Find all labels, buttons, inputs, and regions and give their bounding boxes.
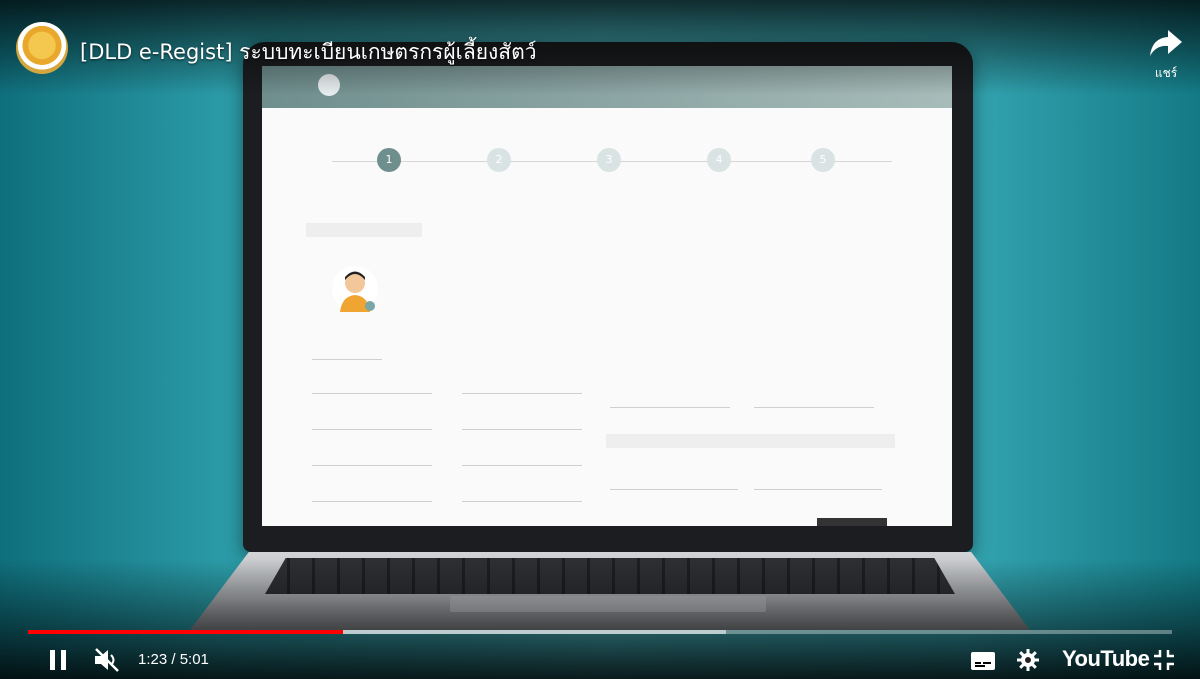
subtitles-button[interactable] [970, 650, 996, 672]
laptop-screen: 1 2 3 4 5 [262, 66, 952, 526]
section-header-farm [606, 434, 895, 448]
field-prefix-select[interactable] [312, 418, 432, 430]
field-birthdate[interactable] [462, 418, 582, 430]
subtitles-icon [971, 652, 995, 670]
field-right-select-b[interactable] [754, 478, 882, 490]
step-2: 2 [444, 148, 554, 172]
field-right-a[interactable] [610, 396, 730, 408]
youtube-logo[interactable]: YouTube [1062, 646, 1150, 672]
pause-button[interactable] [46, 648, 70, 672]
step-circle: 3 [597, 148, 621, 172]
step-circle: 4 [707, 148, 731, 172]
step-circle: 2 [487, 148, 511, 172]
share-label: แชร์ [1154, 66, 1178, 80]
pause-icon [50, 650, 66, 670]
step-circle: 5 [811, 148, 835, 172]
field-id-b[interactable] [462, 382, 582, 394]
settings-button[interactable] [1016, 648, 1040, 672]
field-first-name[interactable] [312, 454, 432, 466]
gear-icon [1017, 649, 1039, 671]
share-button[interactable]: แชร์ [1146, 24, 1186, 80]
video-title[interactable]: [DLD e-Regist] ระบบทะเบียนเกษตรกรผู้เลี้… [80, 36, 537, 69]
channel-avatar[interactable] [16, 22, 68, 74]
step-3: 3 [554, 148, 664, 172]
field-email[interactable] [462, 490, 582, 502]
screen-next-button[interactable] [817, 518, 887, 526]
step-circle: 1 [377, 148, 401, 172]
mute-button[interactable] [92, 646, 122, 674]
field-citizen-id[interactable] [312, 348, 382, 360]
step-5: 5 [768, 148, 878, 172]
step-4: 4 [664, 148, 774, 172]
exit-fullscreen-icon [1154, 650, 1174, 670]
exit-fullscreen-button[interactable] [1152, 648, 1176, 672]
field-right-select-a[interactable] [610, 478, 738, 490]
seek-bar[interactable] [28, 630, 1172, 634]
video-player[interactable]: 1 2 3 4 5 [DLD e-Regist] ระบบทะเบียนเกษต… [0, 0, 1200, 679]
time-display: 1:23 / 5:01 [138, 651, 209, 668]
field-phone[interactable] [312, 490, 432, 502]
avatar [332, 266, 378, 312]
field-right-b[interactable] [754, 396, 874, 408]
field-last-name[interactable] [462, 454, 582, 466]
played-bar [28, 630, 344, 634]
field-id-a[interactable] [312, 382, 432, 394]
muted-speaker-icon [95, 648, 119, 672]
step-1: 1 [334, 148, 444, 172]
section-header-address [606, 223, 910, 237]
share-arrow-icon [1150, 30, 1182, 56]
section-header-personal [306, 223, 422, 237]
